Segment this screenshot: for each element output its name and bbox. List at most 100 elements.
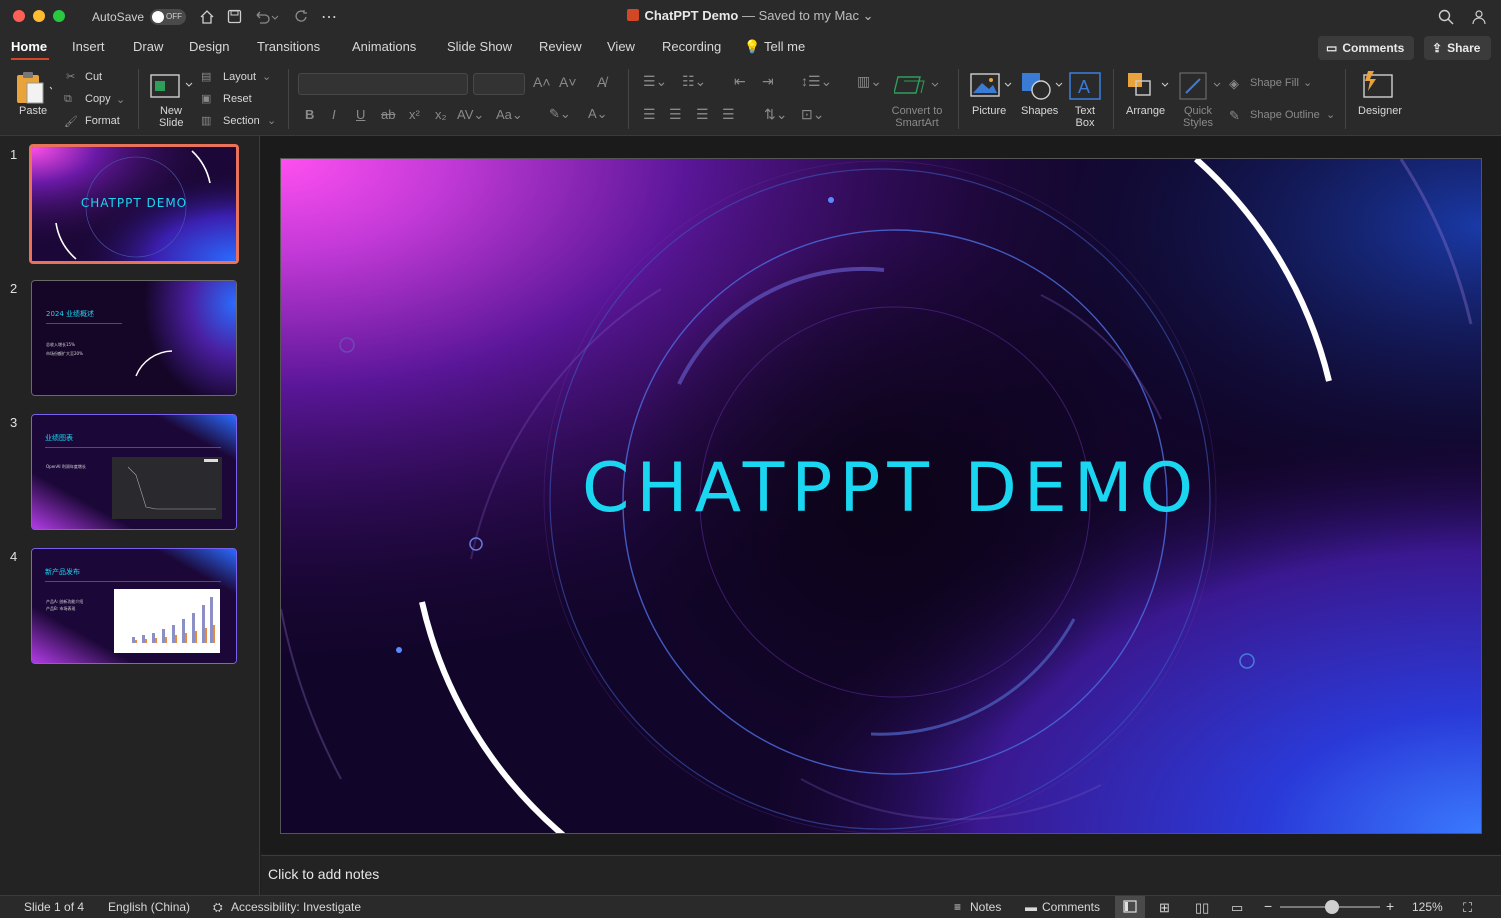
align-right-icon[interactable]: ☰ [696, 106, 709, 123]
normal-view-button[interactable] [1115, 896, 1145, 918]
tab-review[interactable]: Review [539, 39, 582, 54]
quick-styles-icon[interactable] [1178, 71, 1222, 104]
chevron-down-icon: ⌄ [267, 115, 277, 127]
decrease-indent-icon[interactable]: ⇤ [734, 73, 746, 90]
slide-sorter-icon[interactable]: ⊞ [1159, 900, 1170, 916]
account-icon[interactable] [1472, 0, 1488, 33]
bold-icon[interactable]: B [305, 107, 314, 122]
tab-home[interactable]: Home [11, 39, 47, 54]
italic-icon[interactable]: I [332, 107, 336, 122]
slide-title[interactable]: CHATPPT DEMO [281, 449, 1481, 528]
tab-view[interactable]: View [607, 39, 635, 54]
tab-animations[interactable]: Animations [352, 39, 416, 54]
justify-icon[interactable]: ☰ [722, 106, 735, 123]
columns-icon[interactable]: ▥⌄ [857, 73, 882, 90]
slide-thumbnail-4[interactable]: 新产品发布 产品A: 创新功能介绍 产品B: 市场表现 [31, 548, 237, 664]
superscript-icon[interactable]: x² [409, 107, 420, 122]
slide-3-thumb-title: 业绩图表 [45, 433, 73, 442]
tab-transitions[interactable]: Transitions [257, 39, 320, 54]
font-size-select[interactable] [473, 73, 525, 95]
clear-formatting-icon[interactable]: A̸ [597, 74, 606, 90]
language-button[interactable]: English (China) [108, 900, 190, 914]
layout-button[interactable]: Layout [223, 71, 256, 83]
tell-me-search[interactable]: Tell me [764, 39, 805, 54]
comments-button[interactable]: ▭ Comments [1318, 36, 1414, 60]
numbering-icon[interactable]: ☷⌄ [682, 73, 706, 90]
font-color-icon[interactable]: A⌄ [588, 106, 608, 122]
arrange-icon[interactable] [1126, 71, 1170, 104]
section-button[interactable]: Section [223, 115, 260, 127]
text-box-icon[interactable]: A [1069, 71, 1101, 104]
zoom-in-button[interactable]: + [1386, 898, 1394, 914]
autosave-toggle[interactable]: OFF [150, 8, 187, 25]
shape-outline-button[interactable]: Shape Outline [1250, 109, 1320, 121]
reset-button[interactable]: Reset [223, 93, 252, 105]
zoom-out-button[interactable]: − [1264, 898, 1272, 914]
scissors-icon: ✂ [66, 71, 76, 83]
share-button[interactable]: ⇪ Share [1424, 36, 1491, 60]
search-icon[interactable] [1438, 0, 1454, 33]
undo-icon[interactable] [254, 0, 278, 33]
minimize-window-button[interactable] [33, 10, 45, 22]
increase-font-icon[interactable]: A˄ [533, 74, 551, 90]
zoom-slider[interactable] [1280, 900, 1380, 914]
format-painter-button[interactable]: Format [85, 115, 120, 127]
increase-indent-icon[interactable]: ⇥ [762, 73, 774, 90]
divider [138, 69, 139, 129]
bullets-icon[interactable]: ☰⌄ [643, 73, 667, 90]
notes-button[interactable]: Notes [970, 900, 1001, 914]
ribbon: Paste ✂ Cut ⧉ Copy ⌄ 🖌 Format New Slide … [0, 63, 1501, 136]
slide-3-thumb-bullet: OpenAI 利润年度增长 [46, 463, 86, 469]
lightbulb-icon: 💡 [744, 39, 761, 54]
zoom-level[interactable]: 125% [1412, 900, 1443, 914]
accessibility-button[interactable]: Accessibility: Investigate [231, 900, 361, 914]
tab-slide-show[interactable]: Slide Show [447, 39, 512, 54]
paste-button[interactable] [12, 69, 57, 127]
character-spacing-icon[interactable]: AV⌄ [457, 107, 484, 123]
notes-pane[interactable]: Click to add notes [261, 855, 1501, 895]
reading-view-icon[interactable]: ▯▯ [1195, 900, 1209, 916]
home-icon[interactable] [199, 0, 215, 33]
convert-smartart-button[interactable]: Convert to SmartArt [888, 105, 946, 129]
text-direction-icon[interactable]: ⇅⌄ [764, 106, 787, 123]
highlight-icon[interactable]: ✎⌄ [549, 106, 571, 122]
font-family-select[interactable] [298, 73, 468, 95]
svg-text:A: A [1078, 77, 1090, 97]
align-text-icon[interactable]: ⊡⌄ [801, 106, 824, 123]
slide-thumbnail-1[interactable]: CHATPPT DEMO [29, 144, 239, 264]
more-icon[interactable]: ⋯ [321, 0, 337, 33]
change-case-icon[interactable]: Aa⌄ [496, 107, 523, 123]
window-title: ChatPPT Demo — Saved to my Mac ⌄ [0, 8, 1501, 24]
cut-button[interactable]: Cut [85, 71, 102, 83]
status-comments-button[interactable]: Comments [1042, 900, 1100, 914]
decrease-font-icon[interactable]: A˅ [559, 74, 577, 90]
close-window-button[interactable] [13, 10, 25, 22]
line-spacing-icon[interactable]: ↕☰⌄ [801, 73, 832, 90]
align-center-icon[interactable]: ☰ [669, 106, 682, 123]
zoom-window-button[interactable] [53, 10, 65, 22]
redo-icon[interactable] [293, 0, 309, 33]
smartart-icon[interactable] [893, 73, 940, 100]
powerpoint-icon [627, 9, 640, 21]
tab-draw[interactable]: Draw [133, 39, 163, 54]
tab-insert[interactable]: Insert [72, 39, 105, 54]
zoom-slider-thumb[interactable] [1325, 900, 1339, 914]
shape-fill-button[interactable]: Shape Fill [1250, 77, 1299, 89]
slide-thumbnail-3[interactable]: 业绩图表 OpenAI 利润年度增长 [31, 414, 237, 530]
slide-thumbnail-2[interactable]: 2024 业绩概述 总收入增长15% 市场份额扩大至20% [31, 280, 237, 396]
designer-icon[interactable] [1362, 69, 1396, 104]
slideshow-icon[interactable]: ▭ [1231, 900, 1243, 916]
shapes-icon[interactable] [1020, 71, 1064, 104]
picture-icon[interactable] [969, 71, 1013, 104]
align-left-icon[interactable]: ☰ [643, 106, 656, 123]
underline-icon[interactable]: U [356, 107, 365, 122]
tab-design[interactable]: Design [189, 39, 229, 54]
format-painter-icon: 🖌 [64, 116, 78, 128]
tab-recording[interactable]: Recording [662, 39, 721, 54]
copy-button[interactable]: Copy [85, 93, 111, 105]
current-slide[interactable]: CHATPPT DEMO [280, 158, 1482, 834]
strikethrough-icon[interactable]: ab [381, 107, 395, 122]
fit-to-window-icon[interactable]: ⛶ [1463, 900, 1472, 916]
save-icon[interactable] [227, 0, 242, 33]
subscript-icon[interactable]: x₂ [435, 107, 447, 122]
